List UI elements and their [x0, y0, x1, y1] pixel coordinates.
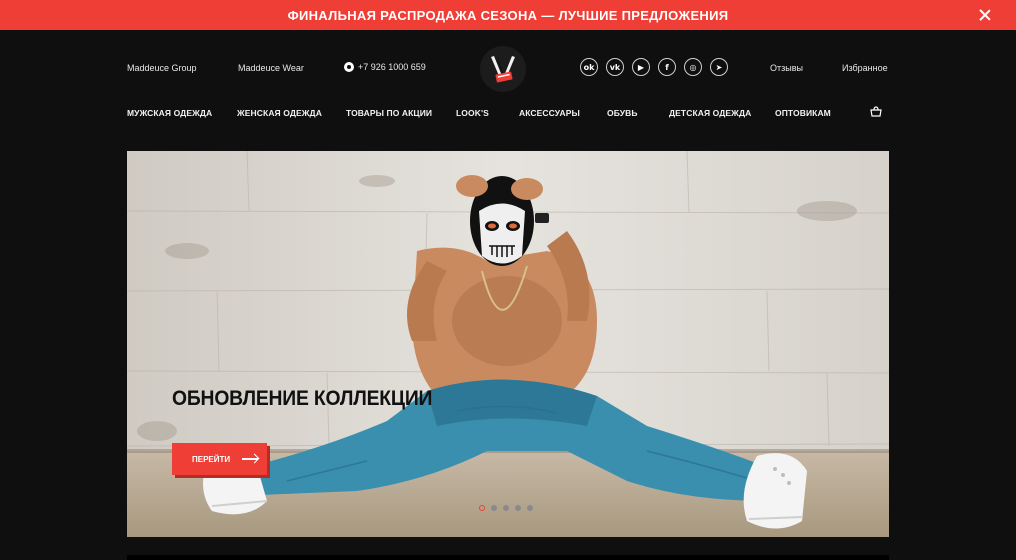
- content-divider: [127, 555, 889, 560]
- reviews-link[interactable]: Отзывы: [770, 63, 803, 73]
- promo-text: ФИНАЛЬНАЯ РАСПРОДАЖА СЕЗОНА — ЛУЧШИЕ ПРЕ…: [287, 7, 729, 23]
- header-top: Maddeuce Group Maddeuce Wear +7 926 1000…: [0, 30, 1016, 100]
- hero-image: [127, 151, 889, 537]
- hero-cta-button[interactable]: ПЕРЕЙТИ: [172, 443, 267, 475]
- slider-dots: [479, 505, 533, 511]
- nav-item-looks[interactable]: LOOK'S: [456, 108, 489, 118]
- brand-logo[interactable]: [480, 46, 526, 92]
- youtube-icon[interactable]: ▶: [632, 58, 650, 76]
- close-icon[interactable]: [978, 8, 992, 22]
- maddeuce-wear-link[interactable]: Maddeuce Wear: [238, 63, 304, 73]
- logo-icon: [491, 56, 515, 83]
- slider-dot[interactable]: [491, 505, 497, 511]
- phone-number: +7 926 1000 659: [358, 62, 426, 72]
- arrow-right-icon: [242, 458, 259, 460]
- nav-item-accessories[interactable]: АКСЕССУАРЫ: [519, 108, 580, 118]
- nav-item-kids[interactable]: ДЕТСКАЯ ОДЕЖДА: [669, 108, 751, 118]
- slider-dot[interactable]: [479, 505, 485, 511]
- nav-item-shoes[interactable]: ОБУВЬ: [607, 108, 638, 118]
- hero-title: ОБНОВЛЕНИЕ КОЛЛЕКЦИИ: [172, 387, 433, 410]
- promo-banner: ФИНАЛЬНАЯ РАСПРОДАЖА СЕЗОНА — ЛУЧШИЕ ПРЕ…: [0, 0, 1016, 30]
- telegram-icon[interactable]: ➤: [710, 58, 728, 76]
- hero-cta-label: ПЕРЕЙТИ: [192, 454, 231, 464]
- vk-icon[interactable]: vk: [606, 58, 624, 76]
- whatsapp-icon: [344, 62, 354, 72]
- social-links: ok vk ▶ f ◎ ➤: [580, 58, 728, 76]
- nav-item-sale[interactable]: ТОВАРЫ ПО АКЦИИ: [346, 108, 432, 118]
- main-nav: МУЖСКАЯ ОДЕЖДА ЖЕНСКАЯ ОДЕЖДА ТОВАРЫ ПО …: [0, 100, 1016, 126]
- maddeuce-group-link[interactable]: Maddeuce Group: [127, 63, 197, 73]
- favorites-link[interactable]: Избранное: [842, 63, 888, 73]
- nav-item-men[interactable]: МУЖСКАЯ ОДЕЖДА: [127, 108, 212, 118]
- slider-dot[interactable]: [515, 505, 521, 511]
- slider-dot[interactable]: [503, 505, 509, 511]
- facebook-icon[interactable]: f: [658, 58, 676, 76]
- nav-item-women[interactable]: ЖЕНСКАЯ ОДЕЖДА: [237, 108, 322, 118]
- odnoklassniki-icon[interactable]: ok: [580, 58, 598, 76]
- slider-dot[interactable]: [527, 505, 533, 511]
- nav-item-wholesale[interactable]: ОПТОВИКАМ: [775, 108, 831, 118]
- instagram-icon[interactable]: ◎: [684, 58, 702, 76]
- cart-icon[interactable]: [870, 106, 882, 117]
- phone-link[interactable]: +7 926 1000 659: [344, 62, 426, 72]
- hero-slider[interactable]: ОБНОВЛЕНИЕ КОЛЛЕКЦИИ ПЕРЕЙТИ: [127, 151, 889, 537]
